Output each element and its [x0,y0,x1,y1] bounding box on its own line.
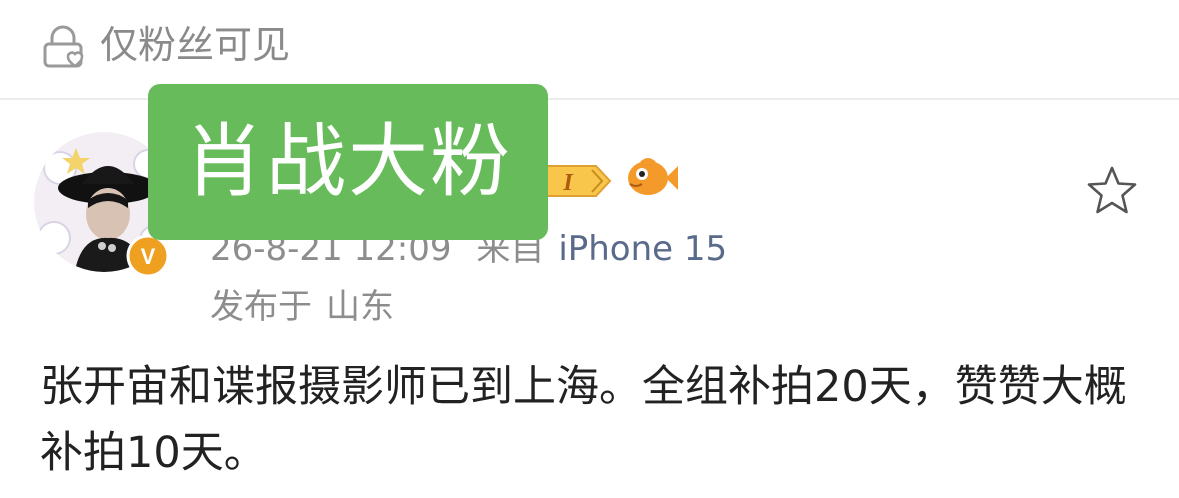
overlay-label: 肖战大粉 [148,84,548,240]
star-icon[interactable] [1084,164,1140,218]
fish-icon [628,158,678,195]
post-location: 发布于 山东 [210,282,408,332]
weibo-post-screen: 仅粉丝可见 V I 26-8-21 12:09 来自 iPhone 15 发布于… [0,0,1179,498]
post-body-text: 张开宙和谍报摄影师已到上海。全组补拍20天，赞赞大概补拍10天。 [40,362,1127,478]
svg-text:V: V [141,244,156,269]
level-badge: I [541,165,612,197]
svg-text:I: I [562,170,574,196]
location-prefix: 发布于 [210,287,312,327]
lock-icon [43,25,84,68]
location-name: 山东 [326,287,394,327]
device-name[interactable]: iPhone 15 [558,229,727,269]
vip-badge: V [126,234,170,278]
privacy-label: 仅粉丝可见 [100,23,291,67]
